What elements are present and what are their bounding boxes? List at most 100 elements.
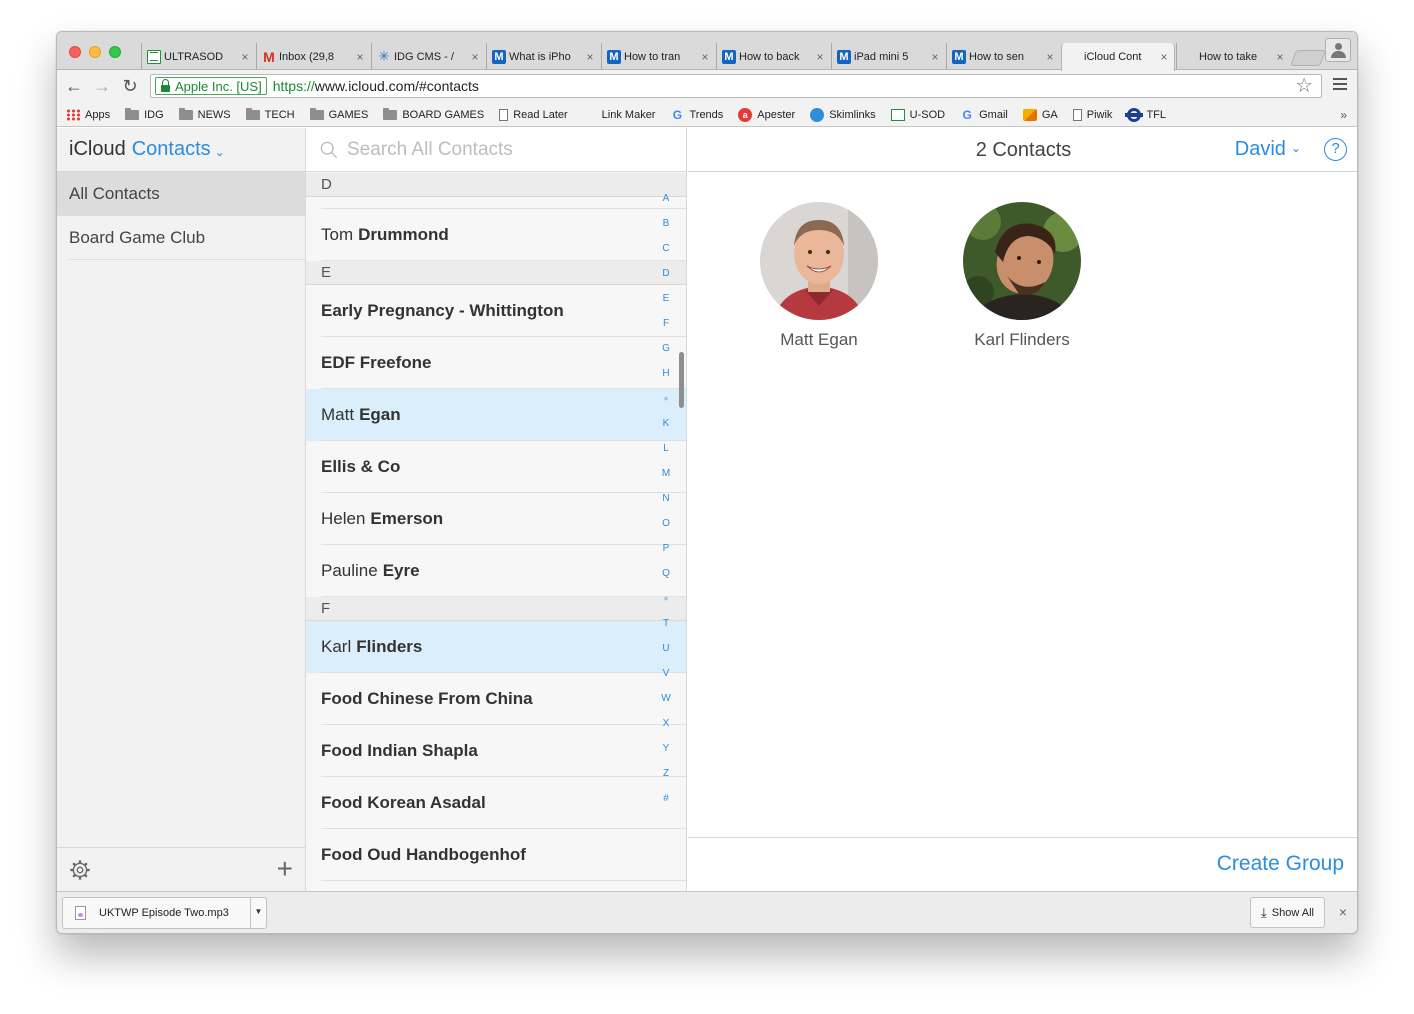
bookmark-item[interactable]: Piwik [1072,108,1112,121]
window-minimize-button[interactable] [89,46,101,58]
back-arrow-icon[interactable]: ← [64,75,84,97]
index-letter[interactable]: • [659,591,673,618]
tab-close-icon[interactable]: × [353,50,367,64]
contact-row[interactable]: Matt Egan [306,389,686,441]
reload-icon[interactable]: ↻ [120,75,140,97]
index-letter[interactable]: O [659,518,673,543]
bookmark-item[interactable]: Skimlinks [810,107,876,122]
hamburger-menu-icon[interactable] [1333,78,1347,92]
bookmark-item[interactable]: Apps [66,108,110,121]
gear-icon[interactable] [69,859,91,881]
bookmark-item[interactable]: Link Maker [583,109,656,121]
tab-close-icon[interactable]: × [238,50,252,64]
bookmark-item[interactable]: GA [1022,108,1058,121]
browser-tab[interactable]: MiPad mini 5 × [831,43,945,70]
contact-row[interactable]: Helen Emerson [306,493,686,545]
bookmark-item[interactable]: TFL [1125,107,1166,122]
download-options-caret[interactable]: ▼ [250,898,266,928]
contact-card[interactable]: Matt Egan [749,202,889,350]
browser-tab[interactable]: ✳ IDG CMS - / × [371,43,485,70]
close-shelf-icon[interactable]: × [1339,904,1347,920]
bookmark-item[interactable]: G Gmail [960,109,1007,121]
contact-row[interactable]: EDF Freefone [306,337,686,389]
search-input[interactable] [347,138,647,161]
tab-close-icon[interactable]: × [813,50,827,64]
index-letter[interactable]: X [659,718,673,743]
contact-card[interactable]: Karl Flinders [952,202,1092,350]
index-letter[interactable]: B [659,218,673,243]
bookmark-item[interactable]: U-SOD [890,108,945,121]
help-icon[interactable]: ? [1324,138,1347,161]
profile-icon[interactable] [1325,38,1351,62]
index-letter[interactable]: T [659,618,673,643]
bookmark-item[interactable]: TECH [245,108,295,121]
app-switcher[interactable]: Contacts [132,138,211,161]
bookmark-item[interactable]: G Trends [670,109,724,121]
contact-row[interactable]: Early Pregnancy - Whittington [306,285,686,337]
index-letter[interactable]: D [659,268,673,293]
add-contact-button[interactable]: + [277,855,293,883]
contact-row[interactable]: Karl Flinders [306,621,686,673]
contact-row[interactable]: Food Chinese From China [306,673,686,725]
bookmark-star-icon[interactable]: ☆ [1295,75,1313,97]
list-scrollbar[interactable] [679,352,684,408]
browser-tab[interactable]: How to take × [1176,43,1290,70]
contact-row[interactable]: Pauline Eyre [306,545,686,597]
index-letter[interactable]: # [659,793,673,818]
index-letter[interactable]: N [659,493,673,518]
bookmarks-overflow-chevron[interactable]: » [1340,108,1347,122]
show-all-downloads-button[interactable]: ⤓ Show All [1250,897,1325,928]
tab-close-icon[interactable]: × [583,50,597,64]
bookmark-item[interactable]: BOARD GAMES [383,108,484,121]
browser-tab[interactable]: M What is iPho × [486,43,600,70]
browser-tab[interactable]: M Inbox (29,8 × [256,43,370,70]
url-text[interactable]: https://www.icloud.com/#contacts [273,78,479,94]
contact-row[interactable]: Food Oud Handbogenhof [306,829,686,881]
browser-tab[interactable]: M How to sen × [946,43,1060,70]
create-group-button[interactable]: Create Group [1217,852,1344,876]
new-tab-button[interactable] [1290,50,1326,66]
window-close-button[interactable] [69,46,81,58]
tab-close-icon[interactable]: × [1043,50,1057,64]
index-letter[interactable]: V [659,668,673,693]
bookmark-item[interactable]: GAMES [309,108,368,121]
tab-close-icon[interactable]: × [1273,50,1287,64]
index-letter[interactable]: G [659,343,673,368]
contact-row[interactable]: Food Korean Asadal [306,777,686,829]
index-letter[interactable]: Z [659,768,673,793]
ev-certificate-badge[interactable]: Apple Inc. [US] [155,77,267,95]
index-letter[interactable]: K [659,418,673,443]
index-letter[interactable]: L [659,443,673,468]
index-letter[interactable]: M [659,468,673,493]
window-zoom-button[interactable] [109,46,121,58]
browser-tab[interactable]: iCloud Cont × [1061,43,1175,71]
index-letter[interactable]: E [659,293,673,318]
contact-row[interactable]: Tom Drummond [306,209,686,261]
bookmark-item[interactable]: Read Later [499,108,568,121]
browser-tab[interactable]: M How to tran × [601,43,715,70]
sidebar-item-all-contacts[interactable]: All Contacts [57,172,305,216]
browser-tab[interactable]: ULTRASOD × [141,43,255,70]
download-item[interactable]: UKTWP Episode Two.mp3 ▼ [62,897,267,929]
bookmark-item[interactable]: a Apester [738,107,795,122]
index-letter[interactable]: U [659,643,673,668]
index-letter[interactable]: A [659,193,673,218]
index-letter[interactable]: • [659,391,673,418]
address-bar[interactable]: Apple Inc. [US] https://www.icloud.com/#… [150,74,1322,98]
forward-arrow-icon[interactable]: → [92,75,112,97]
index-letter[interactable]: W [659,693,673,718]
index-letter[interactable]: C [659,243,673,268]
index-letter[interactable]: P [659,543,673,568]
browser-tab[interactable]: M How to back × [716,43,830,70]
tab-close-icon[interactable]: × [928,50,942,64]
index-letter[interactable]: Y [659,743,673,768]
account-menu[interactable]: David ⌄ [1235,138,1301,161]
tab-close-icon[interactable]: × [468,50,482,64]
bookmark-item[interactable]: IDG [125,108,164,121]
sidebar-item-board-game-club[interactable]: Board Game Club [69,216,305,260]
tab-close-icon[interactable]: × [698,50,712,64]
contact-row[interactable]: Ellis & Co [306,441,686,493]
chevron-down-icon[interactable]: ⌄ [215,145,225,159]
contact-row[interactable]: Food Indian Shapla [306,725,686,777]
tab-close-icon[interactable]: × [1157,50,1171,64]
